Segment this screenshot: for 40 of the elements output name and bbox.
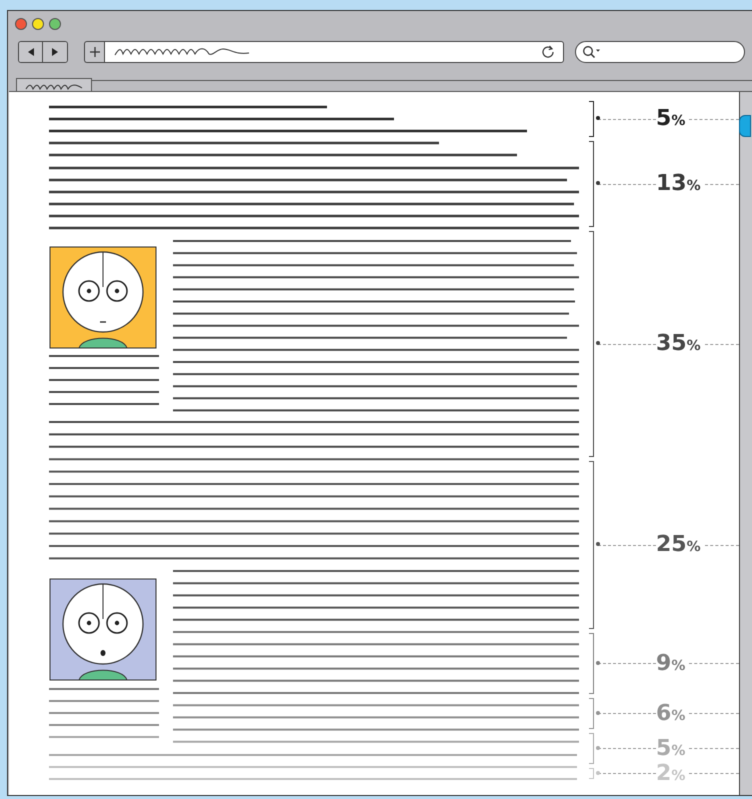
- leader-line: [598, 773, 656, 774]
- zoom-button[interactable]: [49, 18, 61, 30]
- leader-line: [598, 118, 656, 120]
- bracket: [589, 633, 594, 694]
- percentage-label: 5%: [656, 108, 686, 130]
- reload-icon[interactable]: [541, 45, 555, 60]
- left-triangle-icon: [26, 47, 36, 58]
- leader-line: [598, 748, 656, 749]
- percentage-label: 13%: [656, 173, 701, 195]
- address-field[interactable]: [104, 41, 564, 64]
- scrollbar-thumb[interactable]: [739, 115, 751, 137]
- leader-line: [689, 748, 739, 749]
- squiggle-icon: [24, 83, 84, 91]
- forward-button[interactable]: [43, 42, 67, 62]
- leader-line: [598, 663, 656, 664]
- browser-tab[interactable]: [16, 78, 92, 91]
- bracket: [589, 733, 594, 764]
- leader-line: [598, 544, 656, 546]
- leader-line: [689, 118, 739, 120]
- percentage-label: 2%: [656, 762, 686, 784]
- new-tab-button[interactable]: [84, 41, 104, 64]
- right-triangle-icon: [50, 47, 60, 58]
- leader-line: [598, 713, 656, 714]
- bracket: [589, 101, 594, 137]
- leader-line: [689, 773, 739, 774]
- percentage-label: 5%: [656, 738, 686, 760]
- bracket: [589, 698, 594, 729]
- close-button[interactable]: [15, 18, 27, 30]
- leader-line: [689, 663, 739, 664]
- plus-icon: [88, 46, 100, 58]
- leader-line: [689, 713, 739, 714]
- search-icon: [582, 45, 602, 60]
- back-button[interactable]: [19, 42, 43, 62]
- percentage-label: 25%: [656, 534, 701, 556]
- percentage-label: 6%: [656, 702, 686, 724]
- minimize-button[interactable]: [32, 18, 44, 30]
- search-field[interactable]: [575, 41, 745, 64]
- percentage-label: 9%: [656, 652, 686, 674]
- bracket: [589, 768, 594, 779]
- percentage-label: 35%: [656, 333, 701, 355]
